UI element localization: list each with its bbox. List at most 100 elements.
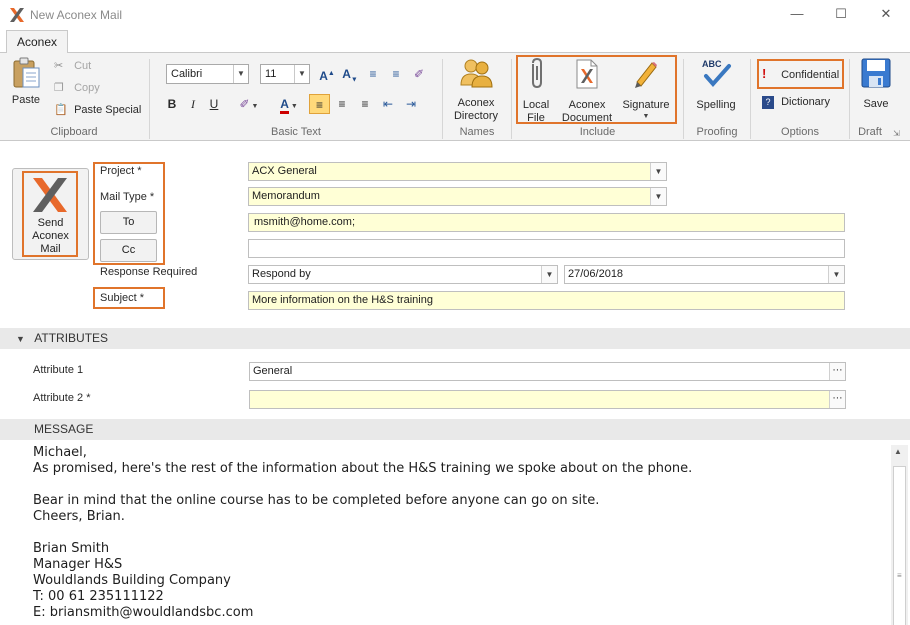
attribute-1-label: Attribute 1 (33, 364, 84, 376)
subject-label: Subject * (100, 292, 145, 304)
confidential-button[interactable]: ! Confidential (762, 66, 842, 82)
grow-font-icon[interactable]: A▲ (317, 64, 337, 84)
message-section-header: MESSAGE (0, 419, 910, 440)
project-value: ACX General (252, 165, 317, 177)
proofing-group-label: Proofing (696, 126, 738, 138)
scroll-up-icon[interactable]: ▲ (894, 447, 902, 456)
cut-label: Cut (74, 60, 92, 72)
signature-label: Signature (622, 99, 670, 111)
exclamation-icon: ! (762, 66, 767, 81)
users-icon (460, 59, 493, 88)
paste-special-button[interactable]: 📋 Paste Special (54, 103, 146, 119)
chevron-down-icon: ▼ (642, 113, 650, 120)
align-center-icon[interactable]: ≡ (332, 94, 352, 114)
mail-type-select[interactable]: Memorandum ▼ (248, 187, 667, 206)
send-label-line1: Send (37, 217, 64, 229)
message-body-editor[interactable]: Michael, As promised, here's the rest of… (33, 445, 883, 621)
project-select[interactable]: ACX General ▼ (248, 162, 667, 181)
dictionary-icon: ? (762, 96, 774, 109)
project-label: Project * (100, 165, 142, 177)
save-icon (861, 58, 891, 88)
highlight-color-icon[interactable]: ✐ ▼ (232, 94, 266, 114)
cc-field[interactable] (248, 239, 845, 258)
italic-icon[interactable]: I (183, 94, 203, 114)
confidential-label: Confidential (781, 69, 840, 81)
directory-label-line2: Directory (453, 110, 498, 122)
copy-button[interactable]: ❐ Copy (54, 81, 144, 97)
numbered-list-icon[interactable]: ≡ (386, 64, 406, 84)
scrollbar-thumb[interactable]: ≡ (893, 466, 906, 625)
align-right-icon[interactable]: ≡ (355, 94, 375, 114)
subject-field[interactable]: More information on the H&S training (248, 291, 845, 310)
collapse-triangle-icon: ▼ (16, 334, 25, 344)
basic-text-group-label: Basic Text (271, 126, 321, 138)
paperclip-icon (532, 58, 542, 89)
send-label-line3: Mail (40, 243, 61, 255)
align-left-icon[interactable]: ≡ (309, 94, 330, 114)
close-button[interactable]: ✕ (864, 2, 908, 26)
shrink-font-icon[interactable]: A▼ (340, 64, 360, 84)
attribute-1-field[interactable]: General ⋯ (249, 362, 846, 381)
pencil-icon (635, 62, 657, 88)
paste-icon (13, 57, 40, 88)
spelling-label: Spelling (696, 99, 736, 111)
attribute-1-value: General (253, 365, 293, 377)
cc-button[interactable]: Cc (100, 239, 157, 262)
local-file-button[interactable]: Local File (518, 58, 554, 124)
maximize-button[interactable]: ☐ (819, 2, 863, 26)
tab-aconex[interactable]: Aconex (6, 30, 68, 54)
ellipsis-icon[interactable]: ⋯ (829, 363, 845, 380)
attribute-2-label: Attribute 2 * (33, 392, 91, 404)
options-group-label: Options (781, 126, 819, 138)
aconex-document-button[interactable]: Aconex Document (559, 58, 615, 124)
bold-icon[interactable]: B (162, 94, 182, 114)
paste-special-icon: 📋 (54, 104, 68, 116)
to-field[interactable]: msmith@home.com; (248, 213, 845, 232)
ellipsis-icon[interactable]: ⋯ (829, 391, 845, 408)
font-color-icon[interactable]: A ▼ (272, 94, 306, 114)
paste-special-label: Paste Special (74, 104, 142, 116)
underline-icon[interactable]: U (204, 94, 224, 114)
attributes-section-header[interactable]: ▼ ATTRIBUTES (0, 328, 910, 349)
save-button[interactable]: Save (856, 57, 896, 121)
save-label: Save (863, 98, 889, 110)
response-type-select[interactable]: Respond by ▼ (248, 265, 558, 284)
attribute-2-field[interactable]: ⋯ (249, 390, 846, 409)
decrease-indent-icon[interactable]: ⇤ (378, 94, 398, 114)
cut-button[interactable]: ✂ Cut (54, 59, 144, 75)
font-family-value: Calibri (171, 68, 203, 80)
draft-group-label: Draft (858, 126, 882, 138)
bullet-list-icon[interactable]: ≡ (363, 64, 383, 84)
dictionary-button[interactable]: ? Dictionary (762, 96, 842, 112)
aconex-directory-button[interactable]: Aconex Directory (448, 57, 504, 123)
chevron-down-icon: ▼ (650, 163, 666, 180)
aconex-send-icon (33, 178, 67, 212)
chevron-down-icon: ▼ (233, 65, 248, 83)
attributes-header-label: ATTRIBUTES (34, 331, 109, 345)
paste-button[interactable]: Paste (6, 57, 46, 117)
chevron-down-icon: ▼ (650, 188, 666, 205)
clear-format-icon[interactable]: ✐ (409, 64, 429, 84)
spell-check-icon: ABC (700, 58, 732, 90)
font-size-select[interactable]: 11 ▼ (260, 64, 310, 84)
copy-label: Copy (74, 82, 100, 94)
clipboard-group-label: Clipboard (50, 126, 98, 138)
dialog-launcher-icon[interactable]: ⇲ (893, 129, 900, 138)
spelling-button[interactable]: ABC Spelling (692, 58, 740, 122)
font-family-select[interactable]: Calibri ▼ (166, 64, 249, 84)
response-date-picker[interactable]: 27/06/2018 ▼ (564, 265, 845, 284)
chevron-down-icon: ▼ (294, 65, 309, 83)
response-date-value: 27/06/2018 (568, 268, 624, 280)
directory-label-line1: Aconex (457, 97, 495, 109)
signature-button[interactable]: Signature ▼ (619, 58, 673, 122)
send-aconex-mail-button[interactable]: Send Aconex Mail (12, 168, 89, 260)
response-required-label: Response Required (100, 266, 198, 278)
copy-icon: ❐ (54, 82, 64, 94)
local-file-label-line1: Local (522, 99, 550, 111)
ribbon-tab-row (0, 29, 910, 53)
to-button[interactable]: To (100, 211, 157, 234)
aconex-mail-window: New Aconex Mail — ☐ ✕ Aconex Paste ✂ Cut… (0, 0, 910, 625)
increase-indent-icon[interactable]: ⇥ (401, 94, 421, 114)
minimize-button[interactable]: — (775, 2, 819, 26)
aconex-document-label-line1: Aconex (568, 99, 606, 111)
